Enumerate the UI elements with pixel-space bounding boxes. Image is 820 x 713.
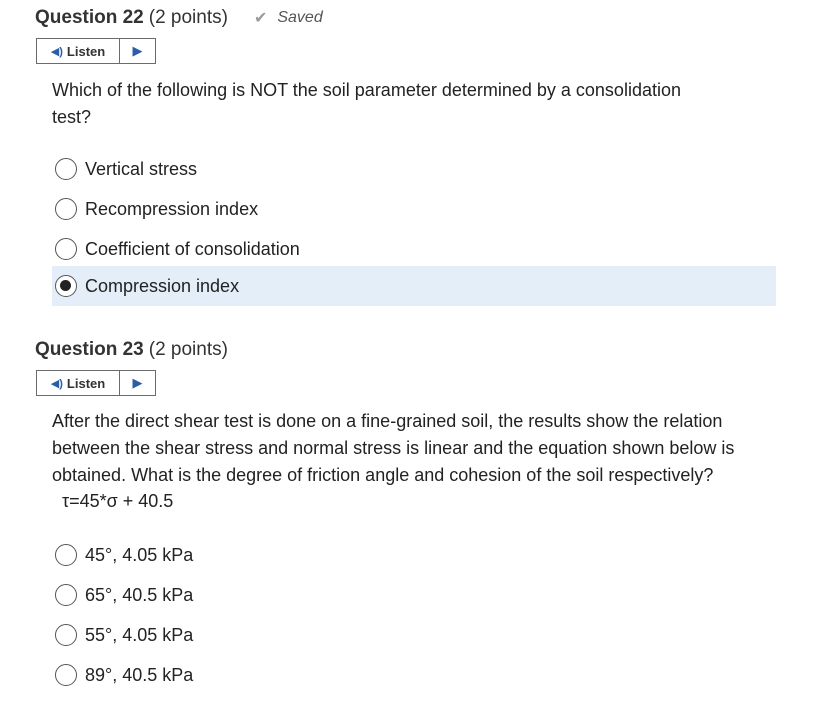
answer-option[interactable]: 55°, 4.05 kPa (52, 615, 776, 655)
answer-option[interactable]: 45°, 4.05 kPa (52, 535, 776, 575)
play-button[interactable]: ▶ (120, 371, 155, 395)
option-label: Compression index (85, 275, 240, 296)
play-icon: ▶ (132, 43, 143, 58)
radio-button[interactable] (55, 198, 77, 220)
radio-button[interactable] (55, 544, 77, 566)
listen-label: Listen (66, 43, 106, 59)
radio-button[interactable] (55, 238, 77, 260)
answer-option-selected[interactable]: Compression index (52, 266, 776, 306)
play-button[interactable]: ▶ (120, 39, 155, 63)
listen-control: ◀) Listen ▶ (36, 38, 156, 64)
saved-label: Saved (277, 9, 323, 26)
check-icon: ✔ (253, 10, 268, 27)
answer-option[interactable]: Recompression index (52, 189, 776, 229)
option-label: 65°, 40.5 kPa (85, 584, 194, 605)
question-22-header: Question 22 (2 points) ✔ Saved (35, 7, 323, 29)
option-label: Vertical stress (85, 158, 198, 179)
prompt-line: between the shear stress and normal stre… (52, 438, 735, 458)
listen-button[interactable]: ◀) Listen (37, 371, 120, 395)
radio-button[interactable] (55, 584, 77, 606)
answer-option[interactable]: 65°, 40.5 kPa (52, 575, 776, 615)
question-22-prompt: Which of the following is NOT the soil p… (52, 77, 782, 131)
question-23-prompt: After the direct shear test is done on a… (52, 408, 782, 489)
question-title: Question 22 (35, 7, 144, 28)
radio-button-selected[interactable] (55, 275, 77, 297)
question-23-header: Question 23 (2 points) (35, 339, 228, 361)
listen-control: ◀) Listen ▶ (36, 370, 156, 396)
answer-option[interactable]: Coefficient of consolidation (52, 229, 776, 269)
question-points: (2 points) (148, 339, 228, 360)
option-label: Coefficient of consolidation (85, 238, 300, 259)
prompt-line: obtained. What is the degree of friction… (52, 465, 714, 485)
radio-button[interactable] (55, 664, 77, 686)
listen-label: Listen (66, 375, 106, 391)
listen-button[interactable]: ◀) Listen (37, 39, 120, 63)
option-label: Recompression index (85, 198, 259, 219)
option-label: 89°, 40.5 kPa (85, 664, 194, 685)
question-points: (2 points) (148, 7, 228, 28)
option-label: 45°, 4.05 kPa (85, 544, 194, 565)
play-icon: ▶ (132, 375, 143, 390)
saved-status: ✔ Saved (254, 8, 323, 28)
answer-option[interactable]: 89°, 40.5 kPa (52, 655, 776, 695)
prompt-line: Which of the following is NOT the soil p… (52, 80, 681, 100)
prompt-line: test? (52, 107, 92, 127)
option-label: 55°, 4.05 kPa (85, 624, 194, 645)
radio-button[interactable] (55, 158, 77, 180)
question-title: Question 23 (35, 339, 144, 360)
answer-option[interactable]: Vertical stress (52, 149, 776, 189)
prompt-line: After the direct shear test is done on a… (52, 411, 723, 431)
equation: τ=45*σ + 40.5 (62, 491, 174, 511)
speaker-icon: ◀) (50, 377, 63, 390)
radio-button[interactable] (55, 624, 77, 646)
speaker-icon: ◀) (50, 45, 63, 58)
